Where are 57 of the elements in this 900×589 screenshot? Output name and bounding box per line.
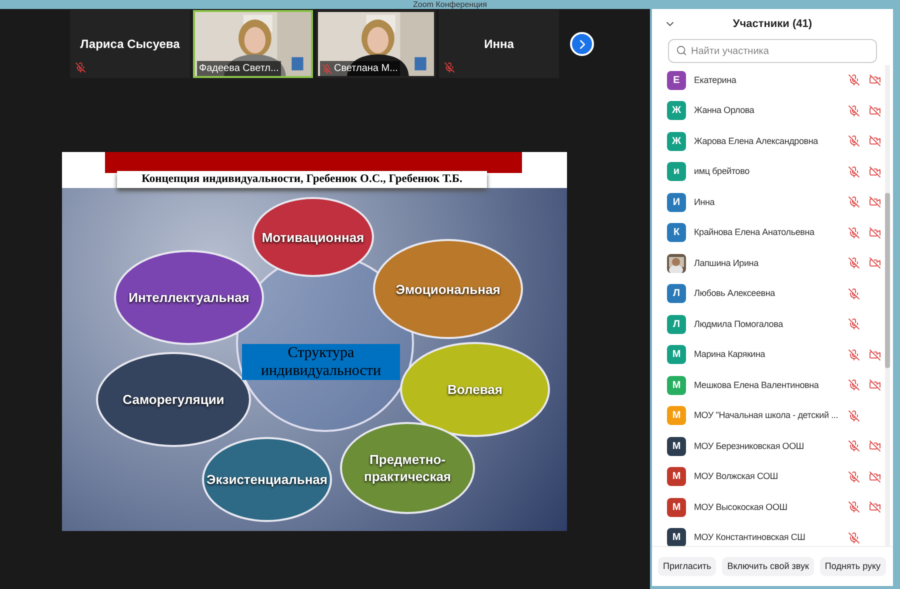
participant-name: Инна xyxy=(694,196,715,208)
participant-name: Инна xyxy=(484,36,514,53)
diagram-bubble: Экзистенциальная xyxy=(202,437,332,522)
participant-name: Крайнова Елена Анатольевна xyxy=(694,226,814,239)
avatar: Е xyxy=(667,70,686,90)
search-field[interactable]: Найти участника xyxy=(668,39,877,63)
participant-name: Светлана М... xyxy=(320,61,400,76)
diagram-bubble: Предметно-практическая xyxy=(340,422,475,514)
avatar: М xyxy=(667,498,686,517)
panel-title: Участники (41) xyxy=(732,16,814,32)
avatar: М xyxy=(667,436,686,456)
avatar: Ж xyxy=(667,132,686,151)
scrollbar[interactable] xyxy=(885,65,890,546)
video-tile[interactable]: Светлана М... xyxy=(316,10,436,78)
avatar: К xyxy=(667,223,686,242)
participant-name: МОУ "Начальная школа - детский ... xyxy=(694,409,838,422)
participant-name: Марина Карякина xyxy=(694,348,766,361)
avatar: Л xyxy=(667,314,686,334)
diagram-bubble: Интеллектуальная xyxy=(114,250,264,345)
next-page-button[interactable] xyxy=(570,32,594,56)
avatar: М xyxy=(667,467,686,486)
participant-name: МОУ Березниковская ООШ xyxy=(694,440,804,453)
avatar: М xyxy=(667,406,686,426)
participant-name: Мешкова Елена Валентиновна xyxy=(694,378,819,392)
participant-name: Екатерина xyxy=(694,74,736,87)
participant-name: МОУ Волжская СОШ xyxy=(694,470,778,483)
participant-name: Любовь Алексеевна xyxy=(694,287,775,300)
avatar: И xyxy=(667,192,686,212)
participant-tile[interactable]: Лариса Сысуева xyxy=(70,10,190,78)
participant-name: Людмила Помогалова xyxy=(694,318,783,331)
participant-name: имц брейтово xyxy=(694,165,750,178)
diagram-bubble: Саморегуляции xyxy=(96,352,251,447)
window-title: Zoom Конференция xyxy=(413,0,487,9)
avatar: Л xyxy=(667,284,686,304)
participant-name: Лариса Сысуева xyxy=(80,36,180,53)
participant-name: Жарова Елена Александровна xyxy=(694,134,818,148)
participant-name: Лапшина Ирина xyxy=(694,256,758,270)
diagram-bubble: Мотивационная xyxy=(252,197,374,277)
avatar: М xyxy=(667,345,686,364)
participant-name: МОУ Константиновская СШ xyxy=(694,531,806,544)
participant-name: Жанна Орлова xyxy=(694,104,754,117)
participant-tile[interactable]: Инна xyxy=(439,10,559,78)
avatar: М xyxy=(667,376,686,395)
avatar: М xyxy=(667,528,686,546)
diagram-bubble: Эмоциональная xyxy=(373,239,523,339)
participant-name: МОУ Высокоская ООШ xyxy=(694,500,788,514)
search-icon xyxy=(676,45,687,56)
video-tile[interactable]: Фадеева Светл... xyxy=(193,10,313,78)
participant-name: Фадеева Светл... xyxy=(197,61,281,76)
diagram-center-label: Структура индивидуальности xyxy=(260,344,382,380)
panel-button[interactable]: Пригласить xyxy=(658,557,716,576)
avatar: Ж xyxy=(667,101,686,120)
diagram-bubble: Волевая xyxy=(400,342,550,437)
avatar: и xyxy=(667,162,686,182)
panel-button[interactable]: Включить свой звук xyxy=(722,557,814,576)
slide-title: Концепция индивидуальности, Гребенюк О.С., Гребенюк Т.Б. xyxy=(142,172,462,187)
panel-button[interactable]: Поднять руку xyxy=(820,557,886,576)
